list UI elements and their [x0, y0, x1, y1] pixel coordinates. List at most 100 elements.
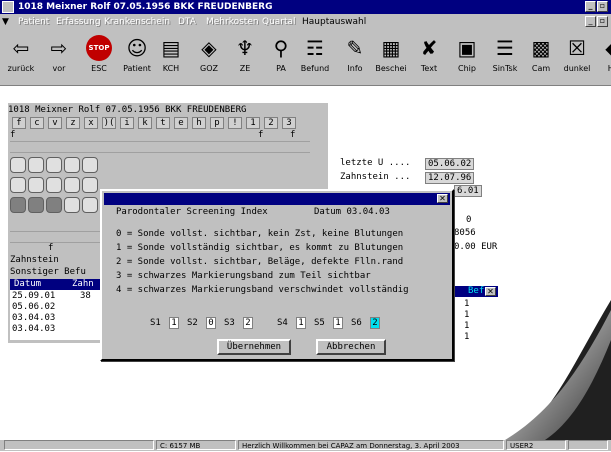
tooth-code-cell[interactable]: t — [156, 117, 170, 129]
bescheid-icon: ▦ — [381, 36, 401, 60]
toolbar-text-button[interactable]: ✘ Text — [410, 33, 448, 83]
text-icon: ✘ — [420, 36, 438, 60]
befund-value[interactable]: 1 — [464, 310, 469, 320]
table-row-zahn[interactable]: 38 — [80, 291, 91, 301]
toolbar-bescheid-button[interactable]: ▦ Beschei — [372, 33, 410, 83]
tooth[interactable] — [64, 177, 80, 193]
zahnstein-value[interactable]: 12.07.96 — [425, 172, 475, 184]
tooth[interactable] — [82, 197, 98, 213]
dunkel-icon: ☒ — [568, 36, 586, 60]
toolbar-goz-button[interactable]: ◈ GOZ — [190, 33, 228, 83]
tooth-chart[interactable] — [10, 157, 110, 217]
toolbar-tooth-button[interactable]: ♆ ZE — [226, 33, 264, 83]
befund-value[interactable]: 1 — [464, 299, 469, 309]
toolbar-befund-button[interactable]: ☶ Befund — [296, 33, 334, 83]
befund-value[interactable]: 1 — [464, 321, 469, 331]
toolbar-dunkel-button[interactable]: ☒ dunkel — [558, 33, 596, 83]
s1-input[interactable]: 1 — [169, 317, 179, 329]
befund-value[interactable]: 1 — [464, 332, 469, 342]
toolbar-label: Text — [420, 64, 438, 73]
tooth-code-cell[interactable]: p — [210, 117, 224, 129]
toolbar-label: GOZ — [200, 64, 218, 73]
tooth[interactable] — [64, 157, 80, 173]
minimize-button[interactable]: _ — [585, 1, 596, 12]
toolbar-arrow-right-button[interactable]: ⇨ vor — [40, 33, 78, 83]
tooth[interactable] — [82, 157, 98, 173]
tooth-code-cell[interactable]: ! — [228, 117, 242, 129]
s5-input[interactable]: 1 — [333, 317, 343, 329]
tooth[interactable] — [28, 197, 44, 213]
abbrechen-button[interactable]: Abbrechen — [316, 339, 386, 355]
tooth[interactable] — [46, 177, 62, 193]
history-table: 25.09.01 38 05.06.02 03.04.03 03.04.03 — [10, 290, 102, 340]
tooth-code-cell[interactable]: 1 — [246, 117, 260, 129]
menu-erfassung[interactable]: Erfassung — [56, 14, 101, 31]
ubernehmen-button[interactable]: Übernehmen — [217, 339, 291, 355]
tooth[interactable] — [28, 157, 44, 173]
table-row-date[interactable]: 03.04.03 — [12, 313, 55, 323]
child-maximize-button[interactable]: ▫ — [597, 16, 608, 27]
toolbar-list-button[interactable]: ☰ SinTsk — [486, 33, 524, 83]
toolbar-label: Chip — [458, 64, 476, 73]
tooth[interactable] — [10, 157, 26, 173]
s6-input[interactable]: 2 — [370, 317, 380, 329]
toolbar-stop-button[interactable]: STOP ESC — [80, 33, 118, 83]
tooth-code-cell[interactable]: )( — [102, 117, 116, 129]
menu-dta[interactable]: DTA — [178, 14, 196, 31]
menu-icon[interactable]: ▼ — [2, 14, 9, 31]
pa-icon: ⚲ — [273, 36, 289, 60]
tooth-code-cell[interactable]: c — [30, 117, 44, 129]
tooth[interactable] — [46, 197, 62, 213]
toolbar-chip-button[interactable]: ▣ Chip — [448, 33, 486, 83]
tooth-code-cell[interactable]: z — [66, 117, 80, 129]
child-minimize-button[interactable]: _ — [585, 16, 596, 27]
app-icon[interactable] — [2, 1, 14, 13]
toolbar-kch-button[interactable]: ▤ KCH — [152, 33, 190, 83]
toolbar-camera-button[interactable]: ▩ Cam — [522, 33, 560, 83]
camera-icon: ▩ — [531, 36, 551, 60]
toolbar-help-button[interactable]: ◆ Hil — [594, 33, 611, 83]
tooth[interactable] — [46, 157, 62, 173]
tooth[interactable] — [28, 177, 44, 193]
tooth-code-cell[interactable]: f — [12, 117, 26, 129]
tooth[interactable] — [10, 197, 26, 213]
s2-input[interactable]: 0 — [206, 317, 216, 329]
tooth[interactable] — [82, 177, 98, 193]
tooth-code-cell[interactable]: k — [138, 117, 152, 129]
table-row-date[interactable]: 05.06.02 — [12, 302, 55, 312]
tooth[interactable] — [10, 177, 26, 193]
tooth-code-cell[interactable]: i — [120, 117, 134, 129]
tooth-code-cell[interactable]: v — [48, 117, 62, 129]
letzte-value[interactable]: 05.06.02 — [425, 158, 475, 170]
table-row-date[interactable]: 25.09.01 — [12, 291, 55, 301]
tooth[interactable] — [64, 197, 80, 213]
toolbar-info-button[interactable]: ✎ Info — [336, 33, 374, 83]
dialog-close-button[interactable]: ✕ — [437, 194, 448, 203]
tooth-code-cell[interactable]: h — [192, 117, 206, 129]
right-table-close-button[interactable]: ✕ — [485, 287, 496, 296]
tooth-code-cell[interactable]: 2 — [264, 117, 278, 129]
table-row-date[interactable]: 03.04.03 — [12, 324, 55, 334]
menu-hauptauswahl[interactable]: Hauptauswahl — [302, 14, 366, 31]
index-line: 0 = Sonde vollst. sichtbar, kein Zst, ke… — [116, 229, 404, 239]
s3-input[interactable]: 2 — [243, 317, 253, 329]
index-line: 3 = schwarzes Markierungsband zum Teil s… — [116, 271, 371, 281]
zero-value: 0 — [466, 215, 472, 225]
right-table-header: Bef ✕ — [454, 286, 498, 297]
status-message: Herzlich Willkommen bei CAPAZ am Donners… — [238, 440, 504, 450]
tooth-code-cell[interactable]: x — [84, 117, 98, 129]
tooth-code-cell[interactable]: 3 — [282, 117, 296, 129]
tooth-code-cell[interactable]: e — [174, 117, 188, 129]
tooth-grid-row-lower — [10, 231, 110, 243]
toolbar-patient-button[interactable]: ☺ Patient — [118, 33, 156, 83]
menu-krankenschein[interactable]: Krankenschein — [104, 14, 170, 31]
menu-mehrkosten[interactable]: Mehrkosten — [206, 14, 259, 31]
toolbar-pa-button[interactable]: ⚲ PA — [262, 33, 300, 83]
maximize-button[interactable]: ▫ — [597, 1, 608, 12]
partial-date-value[interactable]: 6.01 — [454, 185, 482, 197]
menu-quartal[interactable]: Quartal — [262, 14, 296, 31]
s6-label: S6 — [351, 318, 362, 328]
s4-input[interactable]: 1 — [296, 317, 306, 329]
toolbar-arrow-left-button[interactable]: ⇦ zurück — [2, 33, 40, 83]
menu-patient[interactable]: Patient — [18, 14, 49, 31]
